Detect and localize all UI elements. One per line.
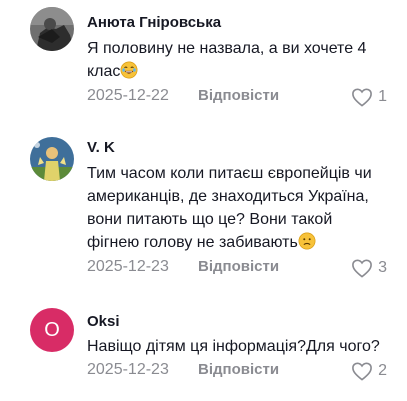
like-count: 1 xyxy=(378,88,387,105)
comment-username[interactable]: Анюта Гніровська xyxy=(87,14,221,31)
comment-item: V. K Тим часом коли питаєш європейців чи… xyxy=(0,115,407,295)
reply-button[interactable]: Відповісти xyxy=(198,87,279,104)
like-count: 3 xyxy=(378,259,387,276)
reply-button[interactable]: Відповісти xyxy=(198,361,279,378)
comment-item: Анюта Гніровська Я половину не назвала, … xyxy=(0,0,407,115)
heart-icon xyxy=(352,362,373,381)
comment-username[interactable]: V. K xyxy=(87,139,115,156)
comment-meta: 2025-12-23 Відповісти 3 xyxy=(87,258,387,282)
comment-username[interactable]: Oksi xyxy=(87,313,120,330)
comment-date: 2025-12-22 xyxy=(87,87,169,104)
avatar[interactable] xyxy=(30,137,74,181)
comment-meta: 2025-12-22 Відповісти 1 xyxy=(87,87,387,111)
comment-text: Навіщо дітям ця інформація?Для чого? xyxy=(87,338,380,355)
comment-text: Тим часом коли питаєш європейців чи амер… xyxy=(87,165,372,251)
like-button[interactable]: 3 xyxy=(351,258,387,278)
avatar[interactable]: O xyxy=(30,308,74,352)
heart-icon xyxy=(352,259,373,278)
avatar-letter: O xyxy=(44,318,60,341)
confused-emoji-icon xyxy=(298,232,316,250)
comment-item: O Oksi Навіщо дітям ця інформація?Для чо… xyxy=(0,295,407,401)
avatar-photo-icon xyxy=(30,7,74,51)
comment-date: 2025-12-23 xyxy=(87,258,169,275)
like-count: 2 xyxy=(378,362,387,379)
like-button[interactable]: 1 xyxy=(351,87,387,107)
reply-button[interactable]: Відповісти xyxy=(198,258,279,275)
avatar-photo-icon xyxy=(30,137,74,181)
comment-date: 2025-12-23 xyxy=(87,361,169,378)
avatar[interactable] xyxy=(30,7,74,51)
comment-text: Я половину не назвала, а ви хочете 4 кла… xyxy=(87,40,367,80)
heart-icon xyxy=(352,88,373,107)
laughing-emoji-icon xyxy=(120,61,138,79)
like-button[interactable]: 2 xyxy=(351,361,387,381)
comment-meta: 2025-12-23 Відповісти 2 xyxy=(87,361,387,385)
